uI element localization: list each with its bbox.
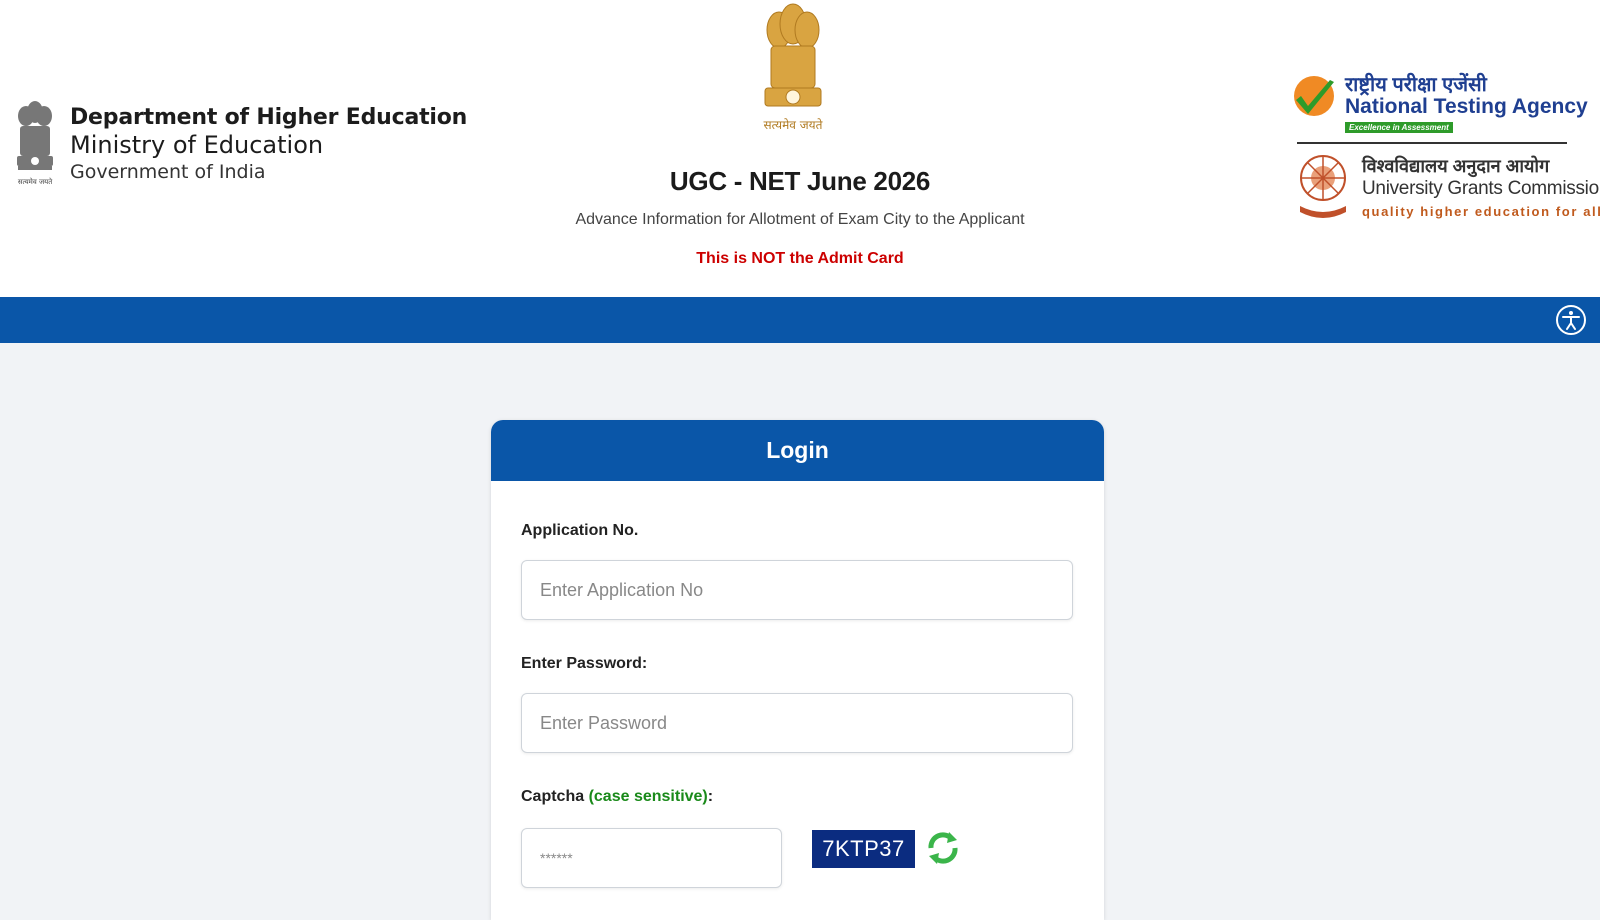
- nta-tagline: Excellence in Assessment: [1345, 122, 1453, 133]
- svg-text:सत्यमेव जयते: सत्यमेव जयते: [764, 118, 824, 132]
- captcha-case-hint: (case sensitive): [588, 788, 708, 805]
- password-input[interactable]: [521, 693, 1073, 753]
- captcha-input[interactable]: [521, 828, 782, 888]
- captcha-label-colon: :: [707, 788, 714, 805]
- page-header: सत्यमेव जयते Department of Higher Educat…: [0, 0, 1600, 297]
- logo-divider: [1297, 142, 1567, 144]
- not-admit-card-warning: This is NOT the Admit Card: [696, 250, 904, 267]
- exam-title: UGC - NET June 2026: [669, 166, 931, 196]
- application-no-label: Application No.: [521, 522, 639, 539]
- accessibility-icon: [1562, 311, 1580, 330]
- login-card: Login Application No. Enter Password: Ca…: [491, 420, 1104, 920]
- application-no-input[interactable]: [521, 560, 1073, 620]
- captcha-image: 7KTP37: [812, 830, 915, 868]
- navigation-bar: [0, 297, 1600, 343]
- nta-checkmark-icon: [1294, 76, 1334, 116]
- ministry-name: Ministry of Education: [70, 131, 324, 159]
- nta-hindi-name: राष्ट्रीय परीक्षा एजेंसी: [1345, 74, 1487, 96]
- ugc-hindi-name: विश्वविद्यालय अनुदान आयोग: [1362, 156, 1550, 176]
- accessibility-button[interactable]: [1556, 305, 1586, 335]
- captcha-label: Captcha (case sensitive):: [521, 788, 713, 806]
- nta-english-name: National Testing Agency: [1345, 95, 1588, 118]
- ashoka-emblem-icon: सत्यमेव जयते: [764, 3, 824, 132]
- captcha-label-text: Captcha: [521, 788, 585, 805]
- login-title: Login: [491, 420, 1104, 481]
- refresh-icon[interactable]: [925, 828, 961, 868]
- ugc-english-name: University Grants Commission: [1362, 178, 1600, 199]
- department-name: Department of Higher Education: [70, 105, 468, 130]
- ugc-tagline: quality higher education for all: [1362, 204, 1600, 219]
- ugc-emblem-icon: [1300, 155, 1346, 218]
- exam-subtitle: Advance Information for Allotment of Exa…: [575, 211, 1025, 228]
- password-label: Enter Password:: [521, 655, 648, 672]
